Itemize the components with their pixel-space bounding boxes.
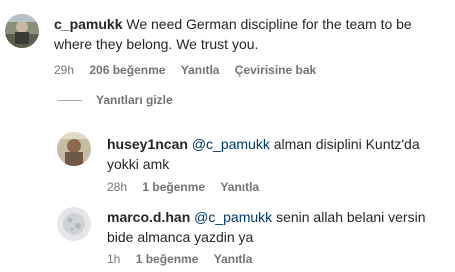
- comment-likes[interactable]: 206 beğenme: [89, 63, 165, 77]
- avatar[interactable]: [5, 14, 39, 48]
- avatar[interactable]: [57, 132, 91, 166]
- reply-text: marco.d.han @c_pamukk senin allah belani…: [107, 207, 447, 247]
- translate-button[interactable]: Çevirisine bak: [235, 63, 316, 77]
- reply-likes[interactable]: 1 beğenme: [142, 180, 205, 194]
- avatar[interactable]: [57, 207, 91, 241]
- hide-replies-label: Yanıtları gizle: [96, 93, 173, 107]
- hide-replies-toggle[interactable]: Yanıtları gizle: [58, 93, 173, 107]
- reply-mention[interactable]: @c_pamukk: [192, 136, 270, 152]
- reply-button[interactable]: Yanıtla: [220, 180, 259, 194]
- comment-username[interactable]: c_pamukk: [54, 16, 122, 32]
- reply-button[interactable]: Yanıtla: [214, 252, 253, 266]
- comment-meta: 29h 206 beğenme Yanıtla Çevirisine bak: [54, 63, 328, 77]
- reply-likes[interactable]: 1 beğenme: [136, 252, 199, 266]
- reply-button[interactable]: Yanıtla: [181, 63, 220, 77]
- comment-time[interactable]: 29h: [54, 63, 74, 77]
- reply-username[interactable]: marco.d.han: [107, 209, 190, 225]
- reply-meta: 1h 1 beğenme Yanıtla: [107, 252, 264, 266]
- divider: [58, 99, 82, 101]
- reply-time[interactable]: 1h: [107, 252, 120, 266]
- reply-mention[interactable]: @c_pamukk: [194, 209, 272, 225]
- reply-username[interactable]: husey1ncan: [107, 136, 188, 152]
- comment-text: c_pamukk We need German discipline for t…: [54, 14, 449, 54]
- reply-text: husey1ncan @c_pamukk alman disiplini Kun…: [107, 134, 447, 174]
- reply-meta: 28h 1 beğenme Yanıtla: [107, 180, 271, 194]
- reply-time[interactable]: 28h: [107, 180, 127, 194]
